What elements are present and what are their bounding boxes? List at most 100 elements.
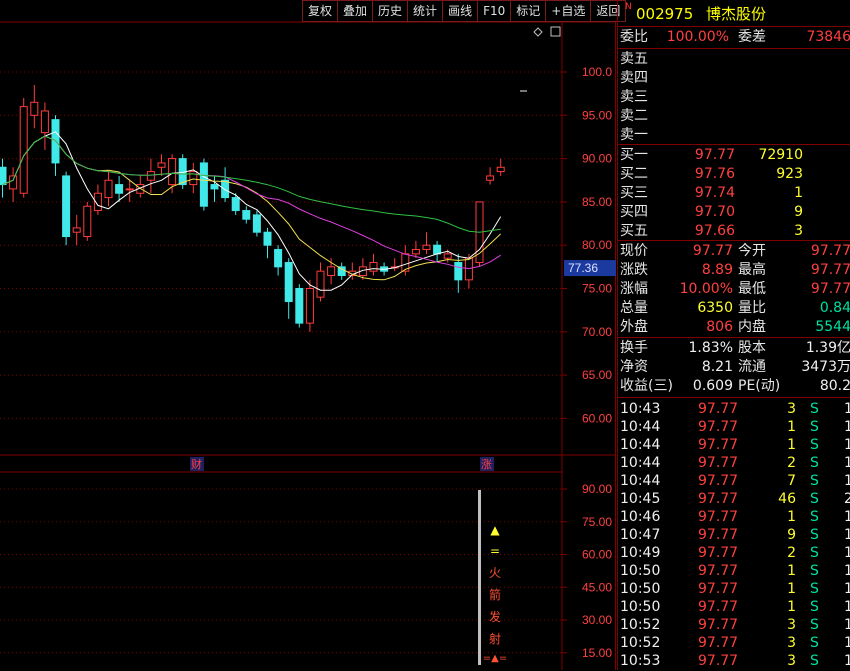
candle-body (327, 266, 336, 277)
candle-body (30, 101, 39, 116)
weicha-label: 委差 (738, 29, 766, 45)
buy-price: 97.76 (694, 166, 735, 182)
stat-value-2: 97.77 (810, 281, 850, 297)
tick-side: S (810, 653, 819, 669)
diamond-icon[interactable] (533, 27, 543, 37)
sell-level-row: 卖五 (618, 50, 850, 69)
sell-label: 卖四 (620, 70, 648, 86)
tick-price: 97.77 (698, 401, 739, 417)
stat-label: 总量 (620, 300, 648, 316)
indicator-signal-text: ▲ (490, 523, 500, 537)
tick-side: S (810, 509, 819, 525)
tick-row: 10:50 97.77 1 S 1 (618, 598, 850, 617)
tick-time: 10:46 (620, 509, 661, 525)
stat-value: 97.77 (692, 243, 733, 259)
stat-row: 现价 97.77 今开 97.77 (618, 242, 850, 261)
y-tick-label-indicator: 30.00 (582, 613, 612, 627)
fin-row: 净资 8.21 流通 3473万 (618, 358, 850, 377)
tick-price: 97.77 (698, 509, 739, 525)
tick-volume: 1 (787, 563, 796, 579)
candle-body (83, 205, 92, 238)
candle-body (454, 262, 463, 281)
buy-label: 买二 (620, 166, 648, 182)
tick-time: 10:50 (620, 581, 661, 597)
toolbar-button-1[interactable]: 叠加 (338, 0, 374, 22)
tick-price: 97.77 (698, 419, 739, 435)
weibi-divider (618, 48, 850, 49)
fin-label-2: 流通 (738, 359, 766, 375)
tick-price: 97.77 (698, 545, 739, 561)
stat-label-2: 最低 (738, 281, 766, 297)
buy-volume: 9 (794, 204, 803, 220)
stat-row: 外盘 806 内盘 5544 (618, 318, 850, 337)
tick-side: S (810, 581, 819, 597)
toolbar-button-7[interactable]: +自选 (546, 0, 592, 22)
tick-time: 10:44 (620, 437, 661, 453)
tick-count: 1 (844, 563, 850, 579)
tick-count: 1 (844, 599, 850, 615)
candle-body (316, 270, 325, 298)
tick-time: 10:44 (620, 419, 661, 435)
buy-label: 买五 (620, 223, 648, 239)
candle-body (496, 166, 505, 173)
tick-price: 97.77 (698, 653, 739, 669)
tick-side: S (810, 401, 819, 417)
buy-label: 买一 (620, 147, 648, 163)
toolbar-button-6[interactable]: 标记 (511, 0, 547, 22)
toolbar-button-2[interactable]: 历史 (373, 0, 409, 22)
candle-body (9, 175, 18, 190)
stat-value-2: 5544 (815, 319, 850, 335)
tick-row: 10:44 97.77 7 S 1 (618, 472, 850, 491)
weibi-label: 委比 (620, 29, 648, 45)
stat-label: 现价 (620, 243, 648, 259)
toolbar-button-0[interactable]: 复权 (302, 0, 339, 22)
fin-label-2: PE(动) (738, 378, 781, 394)
candle-body (263, 231, 272, 246)
tick-price: 97.77 (698, 563, 739, 579)
stat-value: 8.89 (701, 262, 733, 278)
toolbar-button-5[interactable]: F10 (478, 0, 512, 22)
y-tick-label-main: 90.00 (582, 152, 612, 166)
tick-price: 97.77 (698, 581, 739, 597)
tick-time: 10:49 (620, 545, 661, 561)
candle-body (40, 110, 49, 134)
candle-body (168, 158, 177, 186)
fin-label: 净资 (620, 359, 648, 375)
tick-row: 10:47 97.77 9 S 1 (618, 526, 850, 545)
fin-row: 换手 1.83% 股本 1.39亿 (618, 339, 850, 358)
y-tick-label-indicator: 60.00 (582, 548, 612, 562)
tick-volume: 46 (778, 491, 796, 507)
tick-time: 10:52 (620, 635, 661, 651)
tick-side: S (810, 545, 819, 561)
stock-name[interactable]: 博杰股份 (706, 1, 766, 27)
candle-body (104, 179, 113, 199)
tick-row: 10:53 97.77 3 S 1 (618, 652, 850, 671)
kline-chart[interactable]: 100.0 95.00 90.00 85.00 80.00 75.00 70.00 65.00… (0, 0, 616, 670)
candle-body (242, 210, 251, 220)
stat-label: 外盘 (620, 319, 648, 335)
tick-price: 97.77 (698, 491, 739, 507)
tick-side: S (810, 563, 819, 579)
buy-label: 买三 (620, 185, 648, 201)
tick-row: 10:52 97.77 3 S 1 (618, 634, 850, 653)
toolbar-button-4[interactable]: 画线 (443, 0, 479, 22)
tick-price: 97.77 (698, 455, 739, 471)
buy-level-row: 买五 97.66 3 (618, 222, 850, 241)
y-tick-label-main: 65.00 (582, 368, 612, 382)
buy-volume: 923 (776, 166, 803, 182)
candle-body (433, 244, 442, 255)
stat-label-2: 量比 (738, 300, 766, 316)
y-tick-label-main: 60.00 (582, 411, 612, 425)
candle-body (231, 197, 240, 212)
candle-body (295, 288, 304, 324)
ma10-line (2, 135, 502, 281)
fin-row: 收益(三) 0.609 PE(动) 80.2 (618, 377, 850, 396)
tick-side: S (810, 473, 819, 489)
tick-price: 97.77 (698, 599, 739, 615)
tick-row: 10:50 97.77 1 S 1 (618, 562, 850, 581)
stock-code[interactable]: 002975 (636, 1, 693, 27)
indicator-signal-text: =▲= (483, 653, 507, 664)
tick-price: 97.77 (698, 635, 739, 651)
toolbar-button-3[interactable]: 统计 (408, 0, 444, 22)
window-icon[interactable] (550, 26, 561, 37)
